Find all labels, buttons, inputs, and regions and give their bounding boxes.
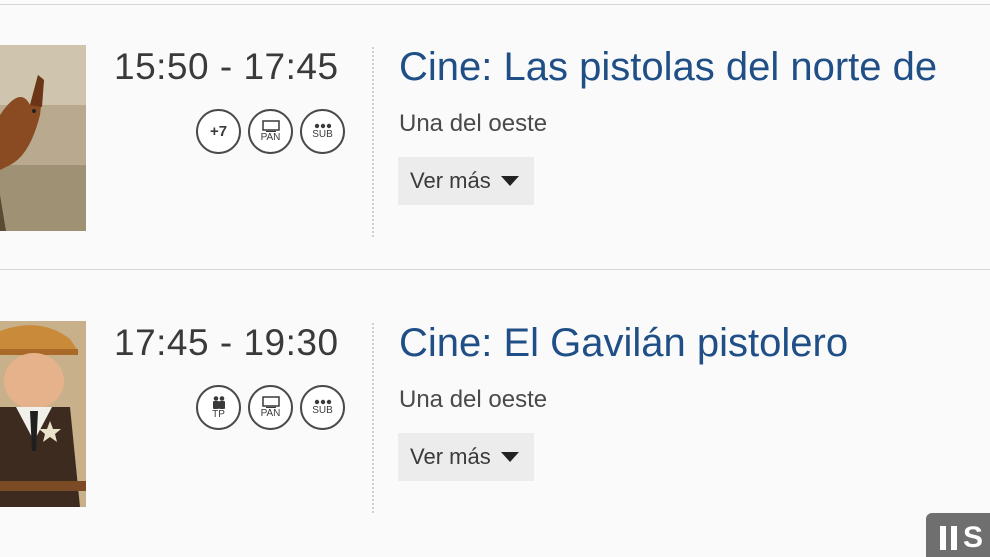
programme-time: 17:45 - 19:30 [114,322,339,363]
programme-row: 17:45 - 19:30 TP PAN SUB Cine: El Gavilá… [0,0,990,513]
panoramic-icon: PAN [248,385,293,430]
programme-badges: TP PAN SUB [196,385,345,430]
programme-title[interactable]: Cine: El Gavilán pistolero [399,321,990,366]
subtitles-icon: SUB [300,385,345,430]
programme-genre: Una del oeste [399,386,548,413]
ver-mas-button[interactable]: Ver más [398,433,534,481]
pause-icon [940,526,957,550]
all-audiences-icon: TP [196,385,241,430]
column-separator [372,323,374,513]
ver-mas-label: Ver más [410,444,491,469]
pause-widget[interactable]: S [926,513,990,557]
pause-widget-label: S [963,521,984,554]
row-divider [0,269,990,270]
programme-thumbnail[interactable] [0,321,86,507]
tv-schedule-listing: 15:50 - 17:45 +7 PAN SUB Cine: Las pisto… [0,0,990,557]
caret-down-icon [500,452,519,462]
